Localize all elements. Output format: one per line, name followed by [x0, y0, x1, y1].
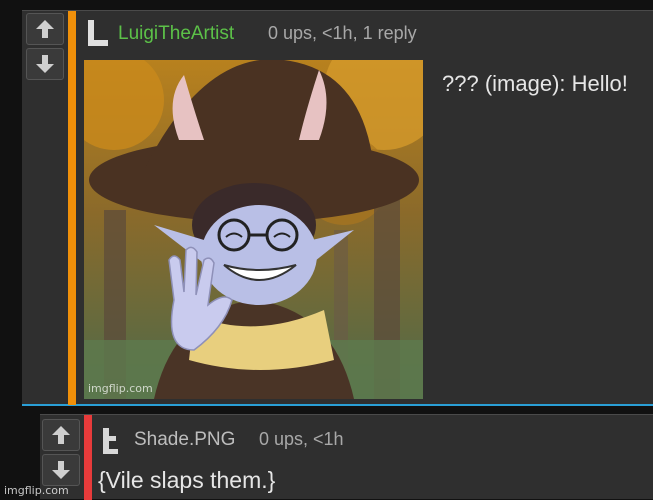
- comment-meta: 0 ups, <1h, 1 reply: [268, 23, 417, 43]
- user-avatar[interactable]: [86, 19, 110, 47]
- vote-controls: [42, 419, 82, 489]
- upvote-button[interactable]: [26, 13, 64, 45]
- comment-color-stripe: [84, 415, 92, 500]
- downvote-button[interactable]: [26, 48, 64, 80]
- comment-meta: 0 ups, <1h: [259, 429, 344, 449]
- arrow-down-icon: [36, 55, 54, 73]
- downvote-button[interactable]: [42, 454, 80, 486]
- comment-image[interactable]: imgflip.com: [84, 60, 423, 399]
- username-link[interactable]: Shade.PNG: [134, 429, 235, 451]
- username-link[interactable]: LuigiTheArtist: [118, 23, 234, 45]
- arrow-down-icon: [52, 461, 70, 479]
- comment-text: {Vile slaps them.}: [98, 467, 276, 493]
- comment-shade-png: Shade.PNG 0 ups, <1h {Vile slaps them.}: [40, 414, 653, 500]
- image-watermark: imgflip.com: [88, 382, 153, 395]
- letter-l-avatar-icon: [88, 20, 108, 46]
- letter-t-avatar-icon: [103, 428, 118, 454]
- upvote-button[interactable]: [42, 419, 80, 451]
- witch-character-illustration: [84, 60, 423, 399]
- arrow-up-icon: [36, 20, 54, 38]
- user-avatar[interactable]: [100, 427, 124, 455]
- comment-luigitheartist: LuigiTheArtist 0 ups, <1h, 1 reply imgfl…: [22, 10, 653, 406]
- comment-text: ??? (image): Hello!: [442, 71, 628, 96]
- page-watermark: imgflip.com: [4, 484, 69, 497]
- arrow-up-icon: [52, 426, 70, 444]
- comment-color-stripe: [68, 11, 76, 405]
- vote-controls: [26, 13, 66, 83]
